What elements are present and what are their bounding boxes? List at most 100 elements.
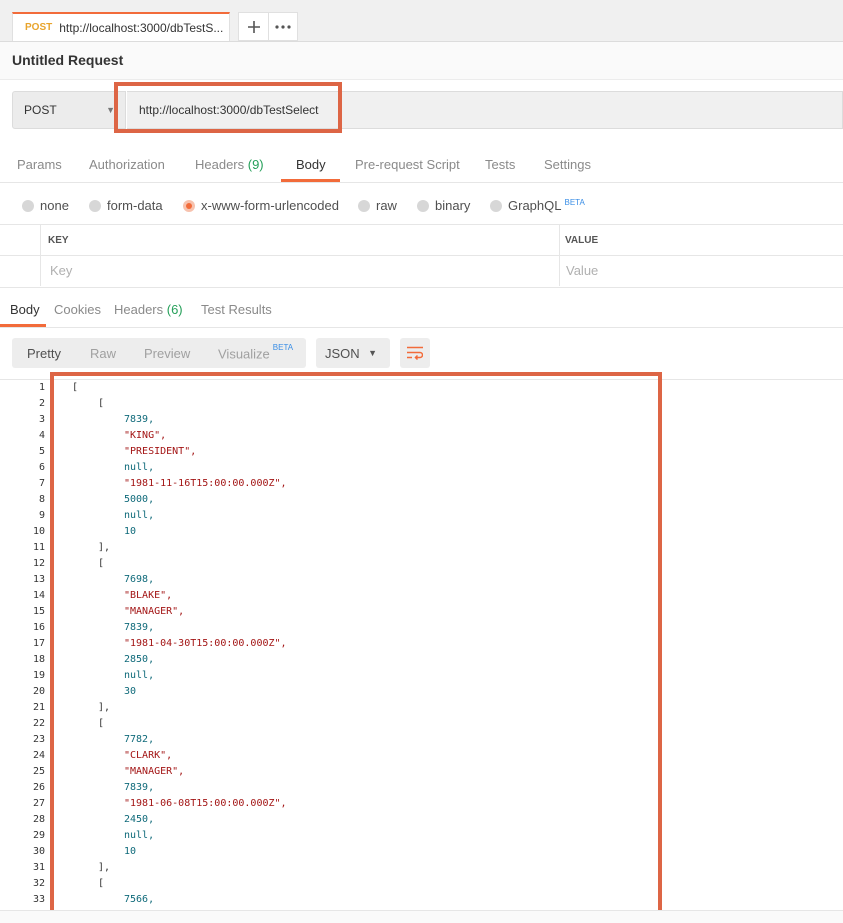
- line-number: 1: [38, 382, 45, 393]
- line-number: 13: [32, 574, 45, 585]
- radio-label: GraphQL: [508, 198, 562, 213]
- tab-authorization[interactable]: Authorization: [89, 157, 165, 172]
- more-tabs-button[interactable]: [268, 12, 298, 41]
- wrap-lines-icon: [407, 346, 423, 360]
- line-number: 6: [38, 462, 45, 473]
- request-tab[interactable]: POST http://localhost:3000/dbTestS...: [12, 12, 230, 41]
- line-number: 29: [32, 830, 45, 841]
- line-number: 20: [32, 686, 45, 697]
- line-number: 31: [32, 862, 45, 873]
- radio-label: none: [40, 198, 69, 213]
- url-highlight-box: [114, 82, 342, 133]
- line-number: 25: [32, 766, 45, 777]
- kv-value-input[interactable]: Value: [566, 263, 598, 278]
- line-number: 14: [32, 590, 45, 601]
- new-tab-button[interactable]: [238, 12, 269, 41]
- line-number: 30: [32, 846, 45, 857]
- tab-response-body[interactable]: Body: [10, 302, 40, 317]
- tab-body[interactable]: Body: [296, 157, 326, 172]
- radio-label: x-www-form-urlencoded: [201, 198, 339, 213]
- plus-icon: [247, 20, 260, 33]
- radio-label: form-data: [107, 198, 163, 213]
- line-number: 5: [38, 446, 45, 457]
- wrap-lines-button[interactable]: [400, 338, 430, 368]
- view-visualize-label: Visualize: [218, 346, 270, 362]
- line-number: 3: [38, 414, 45, 425]
- line-number: 18: [32, 654, 45, 665]
- radio-label: binary: [435, 198, 471, 213]
- tab-response-headers-count: (6): [166, 302, 183, 317]
- format-label: JSON: [325, 345, 360, 361]
- line-number: 12: [32, 558, 45, 569]
- line-number: 2: [38, 398, 45, 409]
- view-pretty[interactable]: Pretty: [27, 346, 61, 361]
- beta-badge: BETA: [564, 198, 585, 207]
- line-number: 17: [32, 638, 45, 649]
- radio-circle-icon: [358, 199, 370, 212]
- tab-tests[interactable]: Tests: [485, 157, 515, 172]
- chevron-down-icon: ▼: [368, 348, 377, 358]
- line-number: 19: [32, 670, 45, 681]
- tab-headers-count: (9): [247, 157, 264, 172]
- radio-circle-icon: [417, 199, 429, 212]
- line-number: 28: [32, 814, 45, 825]
- active-response-tab-indicator: [0, 324, 46, 327]
- line-number: 24: [32, 750, 45, 761]
- line-number: 16: [32, 622, 45, 633]
- tab-headers[interactable]: Headers (9): [195, 157, 264, 172]
- line-number: 15: [32, 606, 45, 617]
- tab-params[interactable]: Params: [17, 157, 62, 172]
- radio-graphql[interactable]: GraphQL BETA: [490, 198, 585, 213]
- kv-header-row: [0, 225, 843, 256]
- more-horizontal-icon: [275, 24, 291, 29]
- kv-divider: [559, 225, 560, 286]
- line-number: 23: [32, 734, 45, 745]
- view-raw[interactable]: Raw: [90, 346, 116, 361]
- radio-raw[interactable]: raw: [358, 198, 397, 213]
- tab-headers-label: Headers: [195, 157, 248, 172]
- beta-badge: BETA: [272, 343, 294, 352]
- radio-circle-icon: [89, 199, 101, 212]
- tab-cookies[interactable]: Cookies: [54, 302, 101, 317]
- tab-test-results[interactable]: Test Results: [201, 302, 272, 317]
- radio-circle-icon: [490, 199, 502, 212]
- line-number: 21: [32, 702, 45, 713]
- radio-x-www-form-urlencoded[interactable]: x-www-form-urlencoded: [183, 198, 339, 213]
- radio-none[interactable]: none: [22, 198, 69, 213]
- line-number: 4: [38, 430, 45, 441]
- title-bar: [0, 42, 843, 80]
- kv-key-input[interactable]: Key: [50, 263, 72, 278]
- method-select[interactable]: POST ▼: [12, 91, 126, 129]
- bottom-strip: [0, 910, 843, 923]
- tab-pre-request-script[interactable]: Pre-request Script: [355, 157, 460, 172]
- tab-response-headers[interactable]: Headers (6): [114, 302, 183, 317]
- radio-circle-icon: [22, 199, 34, 212]
- view-visualize[interactable]: Visualize BETA: [218, 343, 294, 362]
- line-number: 27: [32, 798, 45, 809]
- active-tab-indicator: [281, 179, 340, 182]
- tab-response-headers-label: Headers: [114, 302, 167, 317]
- kv-divider: [40, 225, 41, 286]
- radio-binary[interactable]: binary: [417, 198, 470, 213]
- page-title: Untitled Request: [12, 52, 124, 68]
- line-number: 26: [32, 782, 45, 793]
- radio-selected-icon: [183, 199, 195, 212]
- line-number: 9: [38, 510, 45, 521]
- line-number: 8: [38, 494, 45, 505]
- line-number: 32: [32, 878, 45, 889]
- line-number: 10: [32, 526, 45, 537]
- kv-value-header: VALUE: [565, 235, 599, 246]
- method-label: POST: [24, 103, 57, 117]
- code-highlight-box: [50, 372, 662, 919]
- line-number: 33: [32, 894, 45, 905]
- request-tab-label: http://localhost:3000/dbTestS...: [59, 20, 224, 35]
- tab-settings[interactable]: Settings: [544, 157, 591, 172]
- radio-form-data[interactable]: form-data: [89, 198, 163, 213]
- line-number: 22: [32, 718, 45, 729]
- radio-label: raw: [376, 198, 397, 213]
- line-number: 11: [32, 542, 45, 553]
- request-tab-method: POST: [25, 22, 53, 33]
- line-number: 7: [38, 478, 45, 489]
- view-preview[interactable]: Preview: [144, 346, 190, 361]
- format-select[interactable]: JSON ▼: [316, 338, 390, 368]
